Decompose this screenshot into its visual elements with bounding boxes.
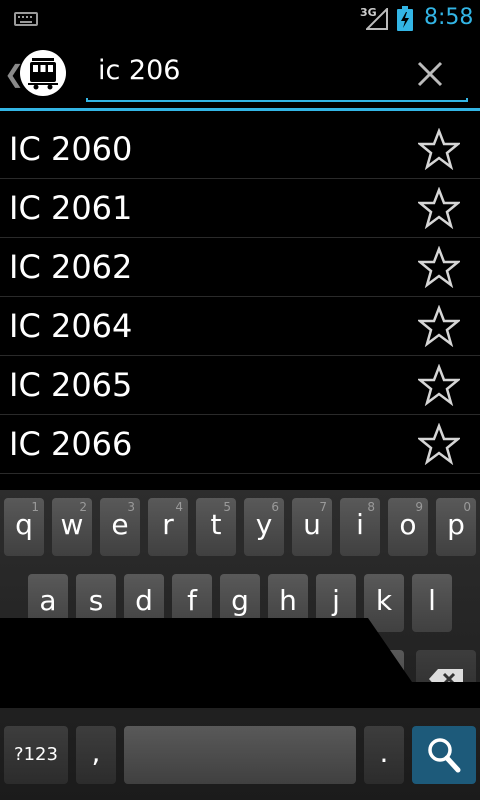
search-action-bar: ❮ xyxy=(0,38,480,110)
key-o[interactable]: 9o xyxy=(388,498,428,556)
list-item[interactable]: IC 2066 xyxy=(0,415,480,474)
soft-keyboard: 1q 2w 3e 4r 5t 6y 7u 8i 9o 0p a s d f g … xyxy=(0,490,480,800)
star-icon[interactable] xyxy=(418,128,460,170)
key-w[interactable]: 2w xyxy=(52,498,92,556)
results-list: IC 2060 IC 2061 IC 2062 IC 2064 IC 2065 … xyxy=(0,120,480,474)
key-q[interactable]: 1q xyxy=(4,498,44,556)
status-bar: 3G 8:58 xyxy=(0,0,480,38)
comma-key[interactable]: , xyxy=(76,726,116,784)
star-icon[interactable] xyxy=(418,364,460,406)
key-i[interactable]: 8i xyxy=(340,498,380,556)
overlay-shadow xyxy=(0,618,480,708)
symbols-key[interactable]: ?123 xyxy=(4,726,68,784)
search-underline xyxy=(86,98,468,102)
search-icon xyxy=(428,738,461,773)
key-r[interactable]: 4r xyxy=(148,498,188,556)
tram-icon[interactable] xyxy=(20,50,66,96)
keyboard-notification-icon xyxy=(14,12,38,26)
signal-icon xyxy=(366,8,388,30)
clock: 8:58 xyxy=(424,5,474,30)
action-bar-divider xyxy=(0,108,480,111)
list-item-label: IC 2065 xyxy=(9,366,133,404)
period-key[interactable]: . xyxy=(364,726,404,784)
battery-charging-icon xyxy=(397,6,413,31)
list-item[interactable]: IC 2062 xyxy=(0,238,480,297)
key-p[interactable]: 0p xyxy=(436,498,476,556)
list-item-label: IC 2062 xyxy=(9,248,133,286)
key-u[interactable]: 7u xyxy=(292,498,332,556)
search-key[interactable] xyxy=(412,726,476,784)
clear-search-button[interactable] xyxy=(408,52,452,96)
list-item-label: IC 2061 xyxy=(9,189,133,227)
list-item[interactable]: IC 2060 xyxy=(0,120,480,179)
list-item-label: IC 2064 xyxy=(9,307,133,345)
key-y[interactable]: 6y xyxy=(244,498,284,556)
star-icon[interactable] xyxy=(418,187,460,229)
key-t[interactable]: 5t xyxy=(196,498,236,556)
list-item[interactable]: IC 2065 xyxy=(0,356,480,415)
list-item-label: IC 2060 xyxy=(9,130,133,168)
star-icon[interactable] xyxy=(418,423,460,465)
close-icon xyxy=(417,61,443,87)
list-item[interactable]: IC 2064 xyxy=(0,297,480,356)
space-key[interactable] xyxy=(124,726,356,784)
list-item-label: IC 2066 xyxy=(9,425,133,463)
list-item[interactable]: IC 2061 xyxy=(0,179,480,238)
star-icon[interactable] xyxy=(418,246,460,288)
star-icon[interactable] xyxy=(418,305,460,347)
key-e[interactable]: 3e xyxy=(100,498,140,556)
